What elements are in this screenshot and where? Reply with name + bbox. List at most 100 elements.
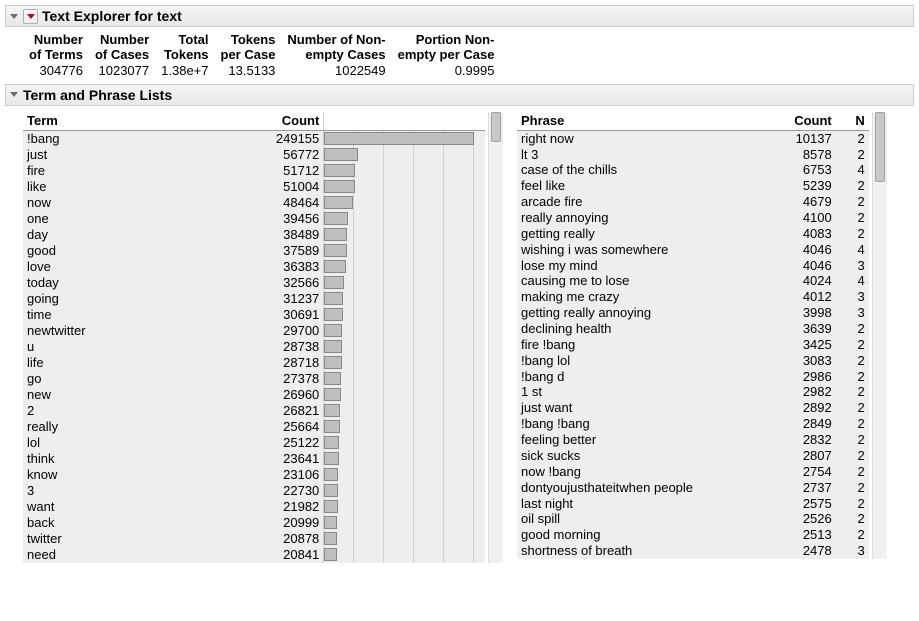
table-row[interactable]: want21982	[23, 499, 485, 515]
table-row[interactable]: case of the chills67534	[517, 162, 869, 178]
table-row[interactable]: feel like52392	[517, 178, 869, 194]
count-cell: 20878	[251, 531, 324, 547]
bar-cell	[324, 355, 485, 371]
table-row[interactable]: good morning25132	[517, 527, 869, 543]
table-row[interactable]: !bang249155	[23, 130, 485, 146]
scroll-thumb[interactable]	[875, 112, 885, 182]
bar-cell	[324, 499, 485, 515]
n-cell: 4	[836, 273, 869, 289]
table-row[interactable]: u28738	[23, 339, 485, 355]
col-header: Numberof Cases	[89, 33, 155, 63]
pcount-cell: 2807	[770, 448, 836, 464]
table-row[interactable]: one39456	[23, 211, 485, 227]
bar-cell	[324, 211, 485, 227]
table-row[interactable]: life28718	[23, 355, 485, 371]
table-row[interactable]: feeling better28322	[517, 432, 869, 448]
count-cell: 20999	[251, 515, 324, 531]
phrase-scrollbar[interactable]	[872, 112, 887, 559]
table-row[interactable]: new26960	[23, 387, 485, 403]
table-row[interactable]: getting really annoying39983	[517, 305, 869, 321]
table-row[interactable]: right now101372	[517, 130, 869, 146]
table-row[interactable]: 226821	[23, 403, 485, 419]
n-cell: 2	[836, 130, 869, 146]
table-row[interactable]: newtwitter29700	[23, 323, 485, 339]
phrase-cell: shortness of breath	[517, 543, 770, 559]
disclosure-icon[interactable]	[10, 14, 18, 19]
table-row[interactable]: 1 st29822	[517, 384, 869, 400]
term-cell: time	[23, 307, 251, 323]
col-header-pcount[interactable]: Count	[770, 112, 836, 130]
table-row[interactable]: fire51712	[23, 163, 485, 179]
n-cell: 2	[836, 210, 869, 226]
count-cell: 22730	[251, 483, 324, 499]
table-row[interactable]: think23641	[23, 451, 485, 467]
hotspot-icon[interactable]	[23, 9, 38, 24]
phrase-cell: !bang !bang	[517, 416, 770, 432]
term-cell: need	[23, 547, 251, 563]
phrase-cell: 1 st	[517, 384, 770, 400]
table-row[interactable]: declining health36392	[517, 321, 869, 337]
table-row[interactable]: 322730	[23, 483, 485, 499]
table-row[interactable]: !bang !bang28492	[517, 416, 869, 432]
table-row[interactable]: shortness of breath24783	[517, 543, 869, 559]
table-row[interactable]: twitter20878	[23, 531, 485, 547]
term-scrollbar[interactable]	[488, 112, 503, 563]
table-row[interactable]: like51004	[23, 179, 485, 195]
table-row[interactable]: back20999	[23, 515, 485, 531]
col-header-term[interactable]: Term	[23, 112, 251, 130]
table-row[interactable]: now48464	[23, 195, 485, 211]
count-cell: 249155	[251, 130, 324, 146]
table-row[interactable]: !bang d29862	[517, 369, 869, 385]
table-row[interactable]: dontyoujusthateitwhen people27372	[517, 480, 869, 496]
table-row[interactable]: now !bang27542	[517, 464, 869, 480]
table-row[interactable]: know23106	[23, 467, 485, 483]
table-row[interactable]: love36383	[23, 259, 485, 275]
table-row[interactable]: last night25752	[517, 496, 869, 512]
table-row[interactable]: causing me to lose40244	[517, 273, 869, 289]
table-row[interactable]: time30691	[23, 307, 485, 323]
pcount-cell: 2982	[770, 384, 836, 400]
table-row[interactable]: going31237	[23, 291, 485, 307]
section-title: Term and Phrase Lists	[23, 87, 172, 103]
phrase-cell: !bang lol	[517, 353, 770, 369]
term-cell: know	[23, 467, 251, 483]
table-row[interactable]: arcade fire46792	[517, 194, 869, 210]
bar-cell	[324, 291, 485, 307]
count-cell: 56772	[251, 147, 324, 163]
col-header-phrase[interactable]: Phrase	[517, 112, 770, 130]
table-row[interactable]: go27378	[23, 371, 485, 387]
table-row[interactable]: sick sucks28072	[517, 448, 869, 464]
table-row[interactable]: wishing i was somewhere40464	[517, 242, 869, 258]
table-row[interactable]: lt 385782	[517, 147, 869, 163]
phrase-cell: wishing i was somewhere	[517, 242, 770, 258]
table-row[interactable]: day38489	[23, 227, 485, 243]
table-row[interactable]: need20841	[23, 547, 485, 563]
table-row[interactable]: really25664	[23, 419, 485, 435]
pcount-cell: 2526	[770, 511, 836, 527]
col-header-n[interactable]: N	[836, 112, 869, 130]
count-cell: 39456	[251, 211, 324, 227]
pcount-cell: 3083	[770, 353, 836, 369]
bar-cell	[324, 243, 485, 259]
table-row[interactable]: lose my mind40463	[517, 258, 869, 274]
table-row[interactable]: lol25122	[23, 435, 485, 451]
bar-cell	[324, 163, 485, 179]
table-row[interactable]: really annoying41002	[517, 210, 869, 226]
pcount-cell: 4083	[770, 226, 836, 242]
table-row[interactable]: making me crazy40123	[517, 289, 869, 305]
table-row[interactable]: just want28922	[517, 400, 869, 416]
col-header-count[interactable]: Count	[251, 112, 324, 130]
count-cell: 51004	[251, 179, 324, 195]
table-row[interactable]: oil spill25262	[517, 511, 869, 527]
table-row[interactable]: just56772	[23, 147, 485, 163]
table-row[interactable]: getting really40832	[517, 226, 869, 242]
table-row[interactable]: !bang lol30832	[517, 353, 869, 369]
phrase-cell: case of the chills	[517, 162, 770, 178]
scroll-thumb[interactable]	[491, 112, 501, 142]
table-row[interactable]: good37589	[23, 243, 485, 259]
pcount-cell: 2478	[770, 543, 836, 559]
table-row[interactable]: fire !bang34252	[517, 337, 869, 353]
disclosure-icon[interactable]	[10, 92, 18, 97]
n-cell: 2	[836, 511, 869, 527]
table-row[interactable]: today32566	[23, 275, 485, 291]
